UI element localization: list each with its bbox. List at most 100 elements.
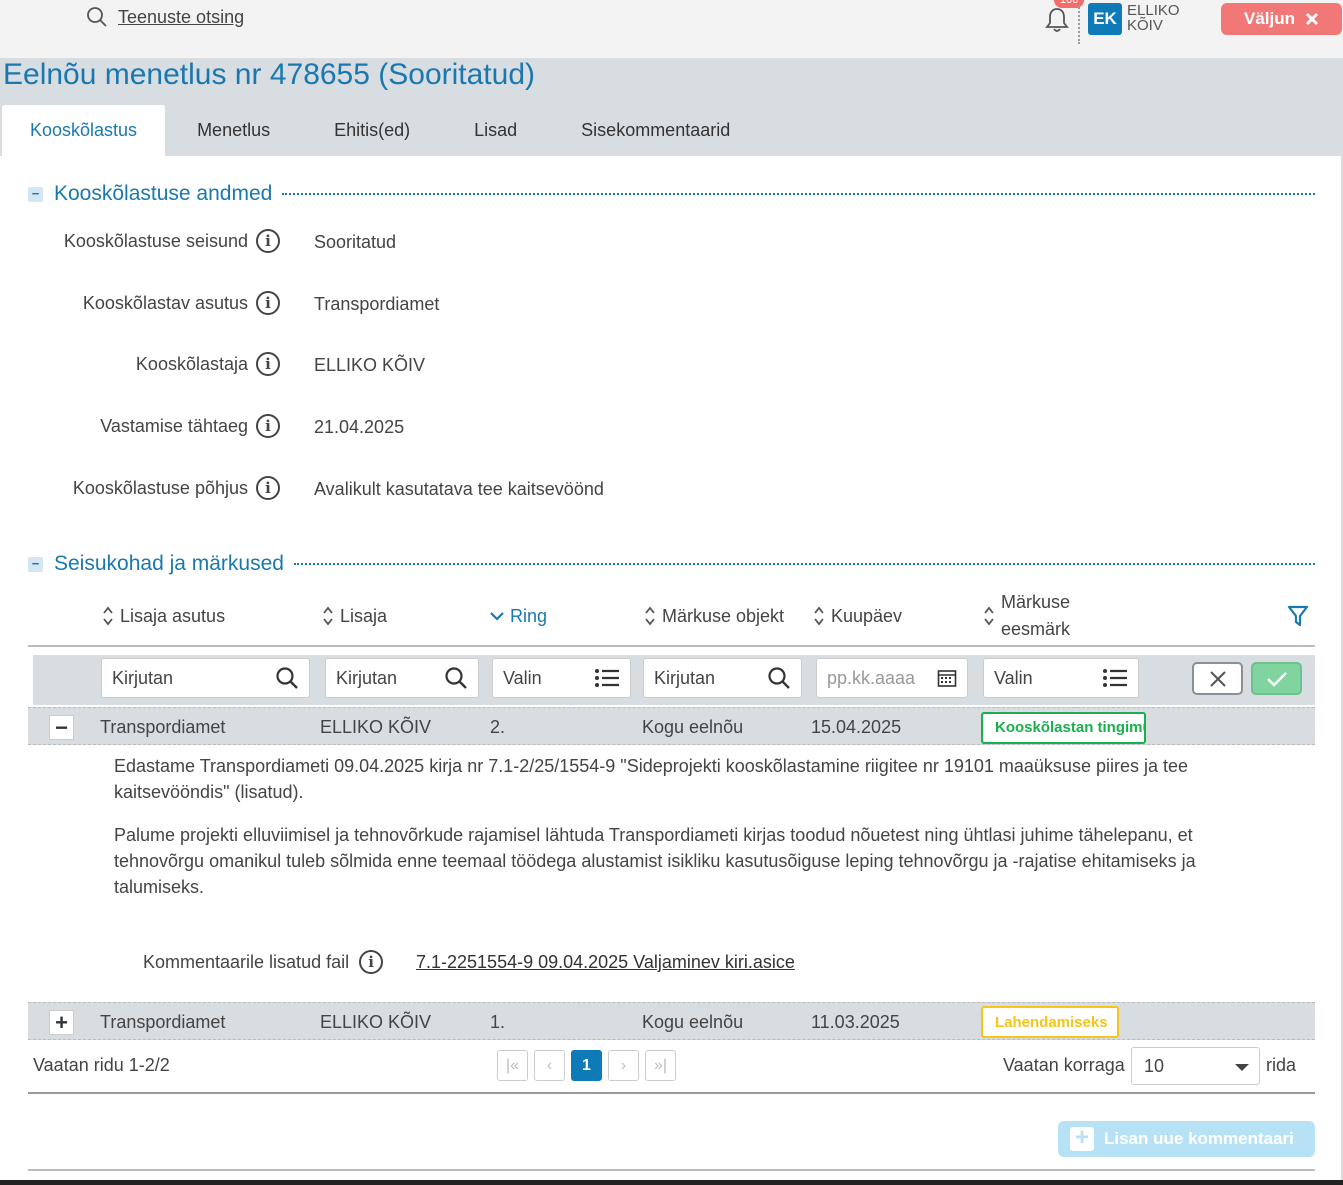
- tab-kooskolastus[interactable]: Kooskõlastus: [2, 105, 166, 156]
- cell-object: Kogu eelnõu: [642, 1012, 744, 1032]
- calendar-icon: [937, 670, 957, 687]
- add-comment-label: Lisan uue kommentaari: [1104, 1129, 1294, 1148]
- top-bar: Teenuste otsing 100 EK ELLIKO KÕIV Välju…: [0, 0, 1343, 58]
- clear-filters-button[interactable]: [1192, 662, 1243, 695]
- status-badge: Kooskõlastan tingimu: [981, 712, 1146, 744]
- info-icon[interactable]: i: [359, 950, 384, 974]
- info-icon[interactable]: i: [256, 229, 280, 253]
- table-footer-divider: [28, 1092, 1315, 1094]
- service-search-link[interactable]: Teenuste otsing: [86, 6, 244, 28]
- field-value-deadline: 21.04.2025: [314, 417, 405, 437]
- column-header-object[interactable]: Märkuse objekt: [644, 590, 784, 642]
- field-value-status: Sooritatud: [314, 232, 397, 252]
- field-label-approver: Kooskõlastaja i: [136, 352, 280, 376]
- rows-per-page-label: Vaatan korraga: [1003, 1055, 1125, 1075]
- filter-toggle-button[interactable]: [1287, 590, 1309, 642]
- header-divider: [1078, 4, 1080, 44]
- last-page-button[interactable]: »|: [645, 1050, 676, 1081]
- section-collapse-toggle[interactable]: −: [28, 556, 43, 572]
- column-header-label: Kuupäev: [831, 605, 903, 626]
- add-comment-button[interactable]: + Lisan uue kommentaari: [1058, 1121, 1315, 1157]
- tab-lisad[interactable]: Lisad: [442, 105, 549, 156]
- column-header-label: Lisaja: [340, 605, 388, 626]
- section-remarks-header: − Seisukohad ja märkused: [28, 552, 1315, 576]
- info-icon[interactable]: i: [256, 476, 280, 500]
- field-label-reason: Kooskõlastuse põhjus i: [73, 476, 280, 500]
- column-header-agency[interactable]: Lisaja asutus: [102, 590, 225, 642]
- logout-label: Väljun: [1243, 9, 1295, 28]
- filter-adder-input[interactable]: Kirjutan: [325, 658, 479, 698]
- sort-icon: [984, 606, 994, 626]
- page-button-current[interactable]: 1: [571, 1050, 602, 1081]
- close-icon: [1305, 12, 1319, 26]
- field-value-agency: Transpordiamet: [314, 294, 440, 314]
- field-label-agency: Kooskõlastav asutus i: [83, 291, 280, 315]
- sort-icon: [645, 606, 655, 626]
- search-icon: [276, 667, 298, 689]
- cell-agency: Transpordiamet: [100, 717, 226, 737]
- column-header-round[interactable]: Ring: [490, 590, 547, 642]
- info-icon[interactable]: i: [256, 352, 280, 376]
- window-bottom-edge: [0, 1180, 1343, 1185]
- tab-menetlus[interactable]: Menetlus: [165, 105, 302, 156]
- apply-filters-button[interactable]: [1251, 662, 1302, 695]
- section-divider: [282, 193, 1315, 195]
- filter-round-select[interactable]: Valin: [492, 658, 631, 698]
- table-row[interactable]: + Transpordiamet ELLIKO KÕIV 1. Kogu eel…: [28, 1002, 1315, 1040]
- rows-per-page-value: 10: [1144, 1056, 1165, 1076]
- info-icon[interactable]: i: [256, 414, 280, 438]
- cell-adder: ELLIKO KÕIV: [320, 717, 432, 737]
- column-header-line1: Märkuse: [1001, 592, 1071, 612]
- pager-info: Vaatan ridu 1-2/2: [33, 1055, 170, 1075]
- filter-purpose-select[interactable]: Valin: [983, 658, 1139, 698]
- next-page-button[interactable]: ›: [608, 1050, 639, 1081]
- attachment-file-link[interactable]: 7.1-2251554-9 09.04.2025 Valjaminev kiri…: [416, 952, 795, 973]
- row-expand-button[interactable]: +: [49, 1010, 74, 1035]
- section-approval-data-header: − Kooskõlastuse andmed: [28, 182, 1315, 206]
- column-header-purpose[interactable]: Märkuse eesmärk: [983, 590, 1070, 642]
- column-header-adder[interactable]: Lisaja: [322, 590, 387, 642]
- list-icon: [595, 669, 619, 687]
- filter-object-input[interactable]: Kirjutan: [643, 658, 802, 698]
- cell-round: 2.: [490, 717, 506, 737]
- user-name[interactable]: ELLIKO KÕIV: [1127, 3, 1180, 33]
- tab-sisekommentaarid[interactable]: Sisekommentaarid: [549, 105, 762, 156]
- notifications-button[interactable]: [1044, 6, 1070, 34]
- bell-icon: [1045, 8, 1069, 32]
- filter-date-input[interactable]: pp.kk.aaaa: [816, 658, 968, 698]
- column-header-date[interactable]: Kuupäev: [813, 590, 902, 642]
- column-header-line2: eesmärk: [1001, 619, 1071, 639]
- row-collapse-button[interactable]: −: [49, 715, 74, 740]
- sort-desc-icon: [490, 612, 504, 621]
- filter-placeholder: Kirjutan: [654, 667, 716, 688]
- tab-ehitised[interactable]: Ehitis(ed): [302, 105, 442, 156]
- field-label-text: Kooskõlastuse põhjus: [72, 477, 248, 498]
- sort-icon: [323, 606, 333, 626]
- table-header-divider: [28, 645, 1315, 647]
- info-icon[interactable]: i: [256, 291, 280, 315]
- logout-button[interactable]: Väljun: [1221, 3, 1342, 35]
- filter-placeholder: Valin: [994, 667, 1033, 688]
- attachment-label: Kommentaarile lisatud fail i: [143, 950, 384, 974]
- column-header-label: Märkuse objekt: [662, 605, 785, 626]
- user-avatar[interactable]: EK: [1088, 3, 1122, 35]
- prev-page-button[interactable]: ‹: [534, 1050, 565, 1081]
- filter-placeholder: Kirjutan: [112, 667, 174, 688]
- search-icon: [445, 667, 467, 689]
- sort-icon: [103, 606, 113, 626]
- filter-placeholder: pp.kk.aaaa: [827, 667, 916, 688]
- cell-adder: ELLIKO KÕIV: [320, 1012, 432, 1032]
- field-label-text: Kooskõlastuse seisund: [63, 230, 248, 251]
- field-label-status: Kooskõlastuse seisund i: [64, 229, 280, 253]
- filter-icon: [1287, 605, 1309, 627]
- filter-agency-input[interactable]: Kirjutan: [101, 658, 310, 698]
- comment-paragraph-2: Palume projekti elluviimisel ja tehnovõr…: [114, 825, 1196, 897]
- first-page-button[interactable]: |«: [497, 1050, 528, 1081]
- section-collapse-toggle[interactable]: −: [28, 186, 43, 202]
- field-label-deadline: Vastamise tähtaeg i: [100, 414, 280, 438]
- column-header-label: Märkuse eesmärk: [1001, 589, 1070, 643]
- table-row[interactable]: − Transpordiamet ELLIKO KÕIV 2. Kogu eel…: [28, 707, 1315, 745]
- sort-icon: [814, 606, 824, 626]
- section-divider: [293, 563, 1315, 565]
- rows-per-page-select[interactable]: 10: [1131, 1047, 1260, 1085]
